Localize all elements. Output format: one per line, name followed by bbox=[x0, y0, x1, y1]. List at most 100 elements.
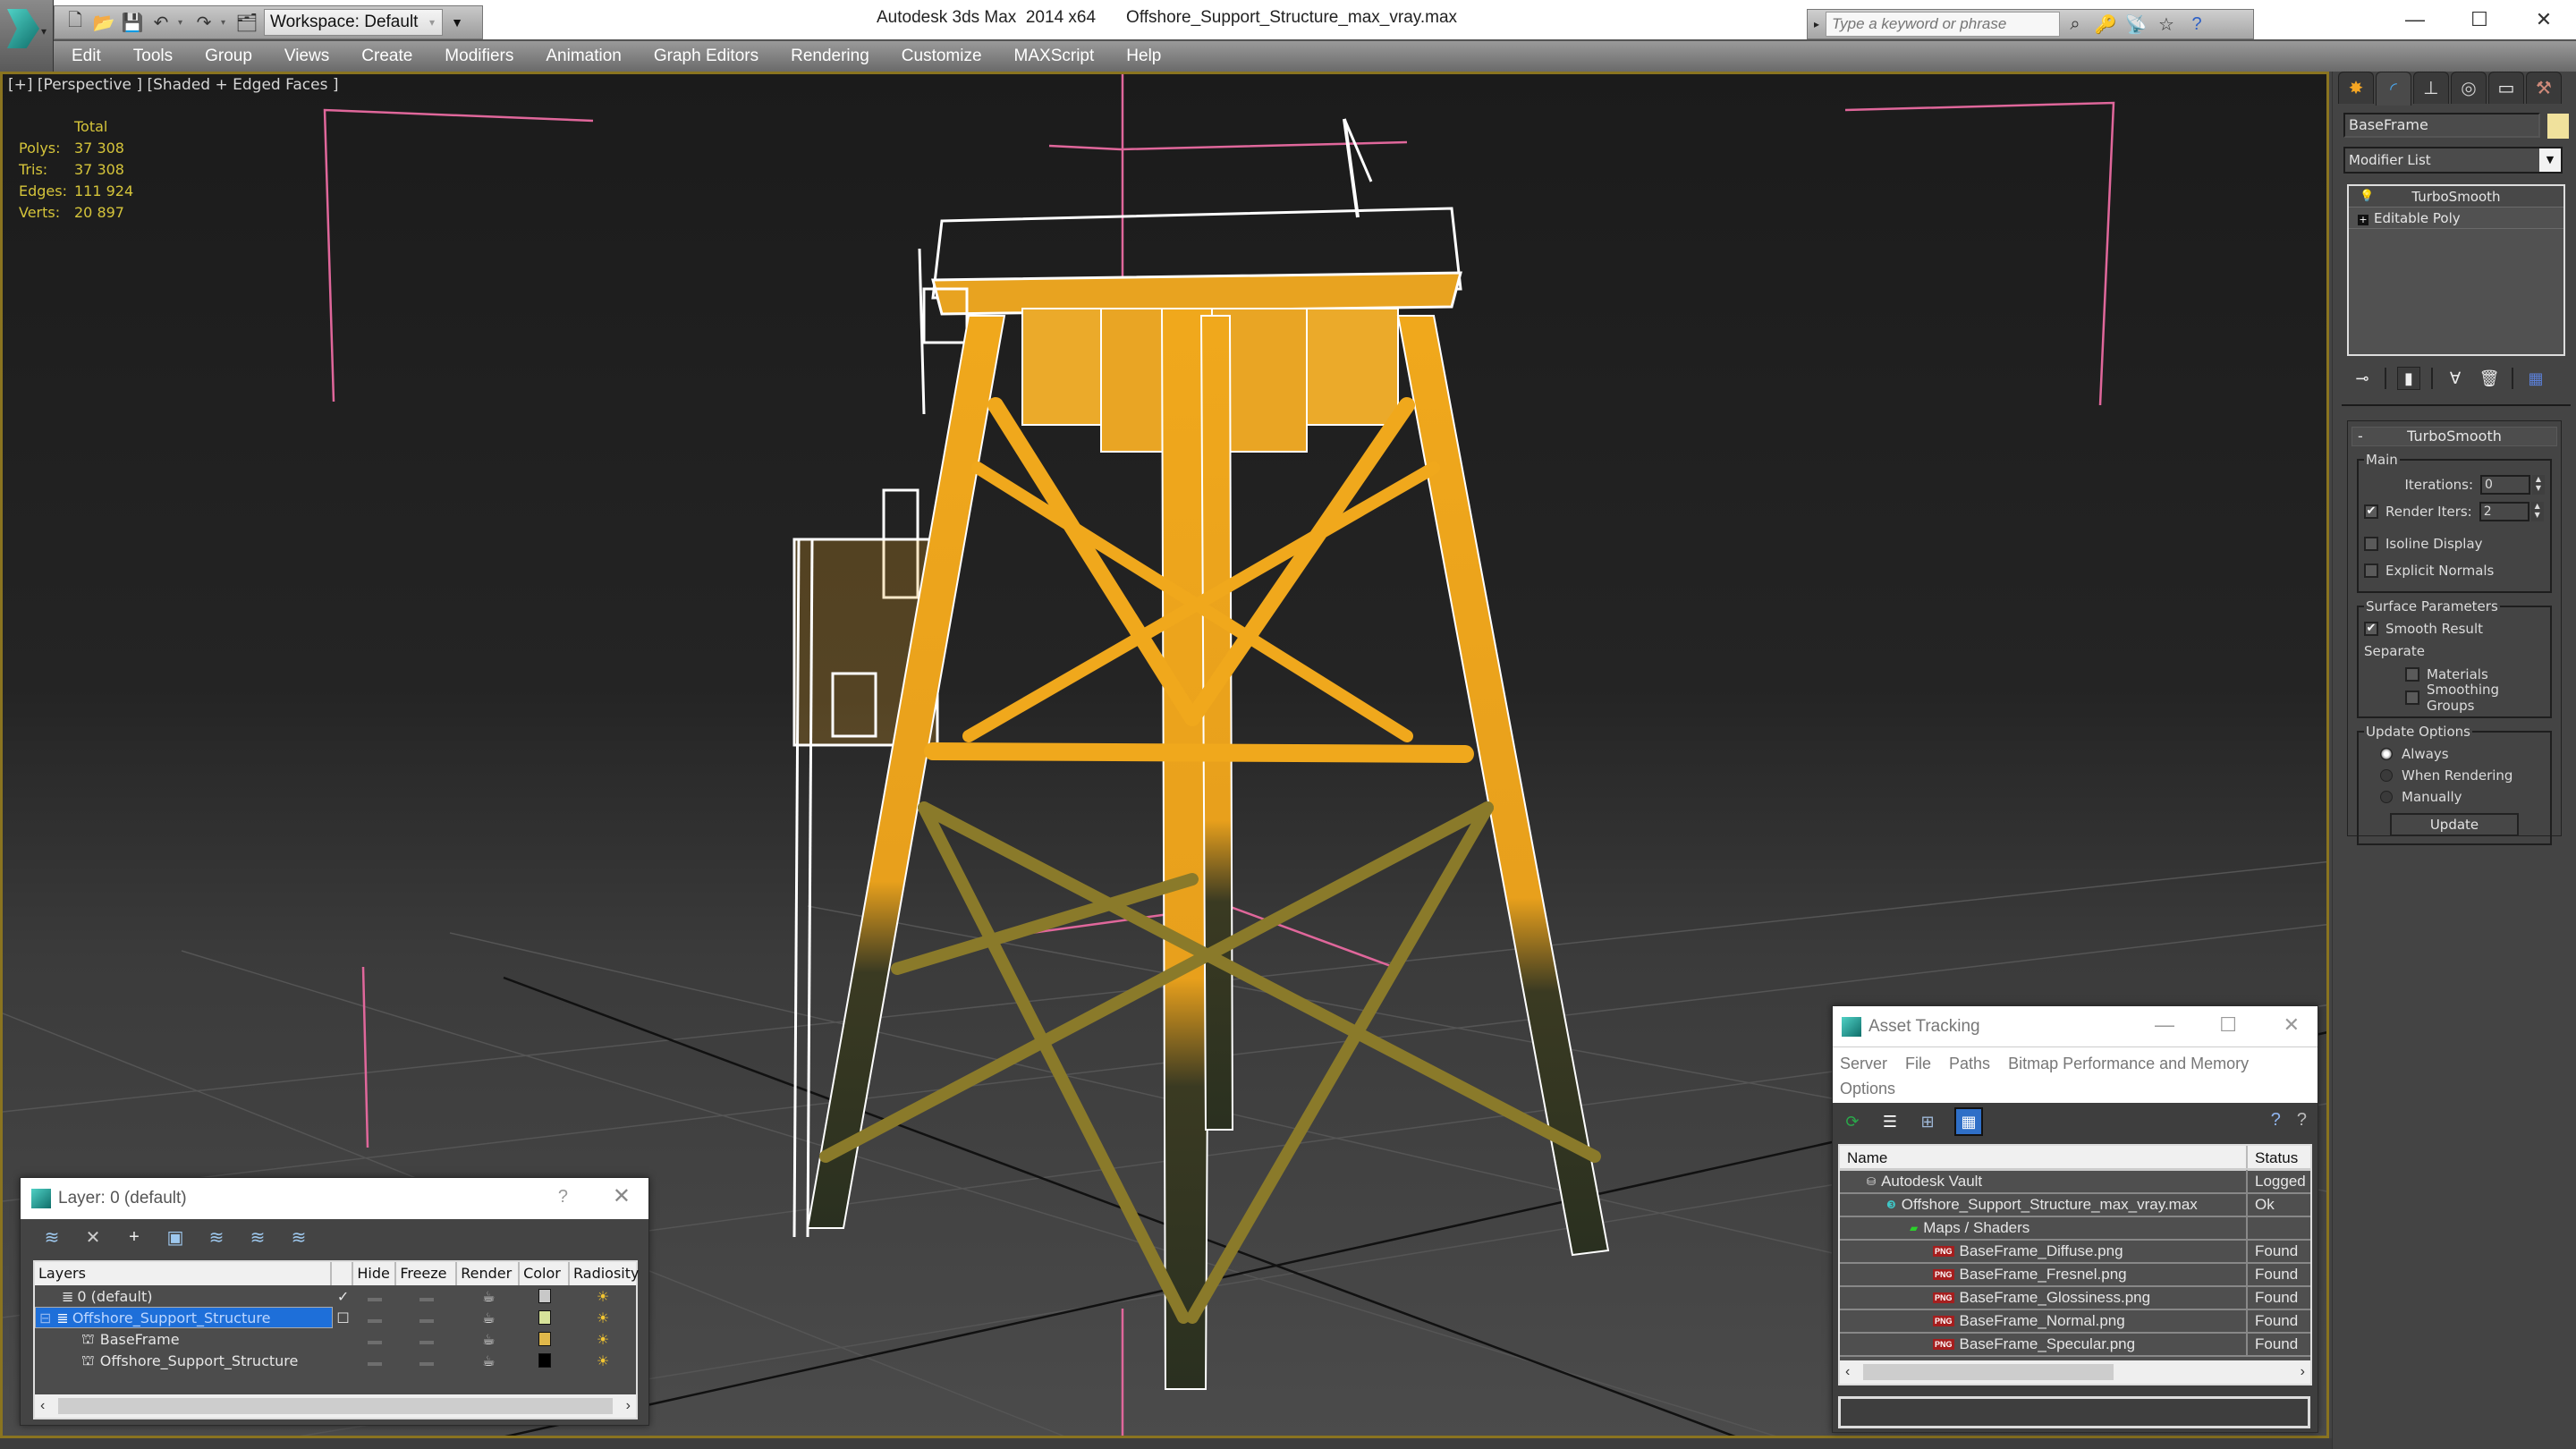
menu-options[interactable]: Options bbox=[1840, 1076, 1895, 1101]
list-view-icon[interactable]: ☰ bbox=[1879, 1111, 1901, 1132]
object-color-swatch[interactable] bbox=[538, 1353, 552, 1368]
utilities-tab[interactable]: ⚒ bbox=[2526, 72, 2562, 104]
asset-path-field[interactable] bbox=[1838, 1396, 2310, 1428]
spinner-arrows-icon[interactable]: ▲ ▼ bbox=[2530, 502, 2544, 521]
scroll-right-icon[interactable]: › bbox=[2301, 1364, 2305, 1380]
column-freeze[interactable]: Freeze bbox=[396, 1262, 458, 1285]
explicit-normals-checkbox[interactable] bbox=[2364, 564, 2378, 578]
hierarchy-tab[interactable]: ⊥ bbox=[2413, 72, 2449, 104]
table-view-icon[interactable]: ▦ bbox=[1954, 1107, 1983, 1136]
new-file-icon[interactable]: 🗋 bbox=[64, 11, 87, 34]
update-button[interactable]: Update bbox=[2390, 813, 2519, 836]
satellite-icon[interactable]: 📡 bbox=[2121, 13, 2151, 36]
horizontal-scrollbar[interactable]: ‹ › bbox=[35, 1394, 636, 1418]
key-icon[interactable]: 🔑 bbox=[2090, 13, 2121, 36]
maximize-button[interactable]: ☐ bbox=[2219, 1013, 2237, 1037]
highlight-layer-icon[interactable]: ≋ bbox=[246, 1225, 269, 1249]
viewport-label[interactable]: [+] [Perspective ] [Shaded + Edged Faces… bbox=[8, 76, 338, 94]
object-name-field[interactable]: BaseFrame bbox=[2343, 113, 2540, 138]
render-teapot-icon[interactable]: ☕ bbox=[457, 1331, 520, 1348]
maximize-button[interactable]: ☐ bbox=[2447, 0, 2512, 39]
render-iters-checkbox[interactable]: ✔ bbox=[2364, 504, 2378, 519]
freeze-toggle[interactable] bbox=[419, 1297, 435, 1301]
undo-dropdown-icon[interactable]: ▾ bbox=[178, 18, 187, 28]
freeze-toggle[interactable] bbox=[419, 1340, 435, 1344]
menu-server[interactable]: Server bbox=[1840, 1051, 1887, 1076]
render-teapot-icon[interactable]: ☕ bbox=[457, 1352, 520, 1369]
menu-group[interactable]: Group bbox=[189, 41, 268, 72]
manually-radio[interactable] bbox=[2380, 791, 2393, 803]
help-button[interactable]: ? bbox=[558, 1187, 568, 1208]
smooth-result-checkbox[interactable]: ✔ bbox=[2364, 622, 2378, 636]
column-active[interactable] bbox=[332, 1262, 354, 1285]
add-to-layer-icon[interactable]: + bbox=[123, 1225, 146, 1249]
workspace-dropdown[interactable]: Workspace: Default ▾ bbox=[264, 9, 443, 36]
menu-paths[interactable]: Paths bbox=[1949, 1051, 1990, 1076]
lightbulb-icon[interactable]: 💡 bbox=[2360, 186, 2374, 208]
collapse-icon[interactable]: ⊟ bbox=[39, 1309, 51, 1326]
undo-icon[interactable]: ↶ bbox=[149, 11, 173, 34]
scroll-left-icon[interactable]: ‹ bbox=[1845, 1364, 1850, 1380]
render-teapot-icon[interactable]: ☕ bbox=[457, 1288, 520, 1305]
column-render[interactable]: Render bbox=[457, 1262, 521, 1285]
refresh-icon[interactable]: ⟳ bbox=[1842, 1111, 1863, 1132]
binoculars-icon[interactable]: ⌕ bbox=[2060, 14, 2090, 35]
minimize-button[interactable]: — bbox=[2383, 0, 2447, 39]
menu-maxscript[interactable]: MAXScript bbox=[998, 41, 1111, 72]
column-radiosity[interactable]: Radiosity bbox=[570, 1262, 639, 1285]
column-hide[interactable]: Hide bbox=[353, 1262, 397, 1285]
table-row[interactable]: ⛫ BaseFrame ☕ ☀ bbox=[35, 1328, 636, 1350]
active-layer-check[interactable]: ✓ bbox=[333, 1288, 354, 1305]
menu-modifiers[interactable]: Modifiers bbox=[428, 41, 530, 72]
scroll-left-icon[interactable]: ‹ bbox=[40, 1398, 45, 1414]
open-file-icon[interactable]: 📂 bbox=[92, 11, 115, 34]
table-row[interactable]: ≣ 0 (default) ✓ ☕ ☀ bbox=[35, 1285, 636, 1307]
search-input[interactable] bbox=[1826, 12, 2060, 37]
tree-view-icon[interactable]: ⊞ bbox=[1917, 1111, 1938, 1132]
stack-item-editable-poly[interactable]: + Editable Poly bbox=[2349, 208, 2563, 229]
table-row[interactable]: ⛁ Autodesk Vault Logged Out bbox=[1840, 1170, 2310, 1194]
menu-animation[interactable]: Animation bbox=[530, 41, 638, 72]
object-name[interactable]: BaseFrame bbox=[100, 1331, 180, 1348]
menu-edit[interactable]: Edit bbox=[54, 41, 117, 72]
hide-toggle[interactable] bbox=[368, 1361, 383, 1366]
application-menu-button[interactable]: ▾ bbox=[0, 0, 54, 72]
modify-tab[interactable]: ◜ bbox=[2376, 72, 2411, 106]
table-row[interactable]: ⛫ Offshore_Support_Structure ☕ ☀ bbox=[35, 1350, 636, 1371]
customize-toolbar-icon[interactable]: ▼ bbox=[448, 9, 466, 36]
help-online-icon[interactable]: ? bbox=[2271, 1110, 2281, 1131]
hide-toggle[interactable] bbox=[368, 1340, 383, 1344]
table-row[interactable]: ⊟ ≣ Offshore_Support_Structure ☐ ☕ ☀ bbox=[35, 1307, 636, 1328]
render-iters-spinner[interactable]: 2 bbox=[2479, 502, 2529, 521]
freeze-toggle[interactable] bbox=[419, 1318, 435, 1323]
column-status[interactable]: Status bbox=[2248, 1146, 2310, 1168]
scrollbar-thumb[interactable] bbox=[1863, 1364, 2114, 1380]
show-end-result-icon[interactable]: ▮ bbox=[2397, 367, 2420, 390]
select-objects-icon[interactable]: ▣ bbox=[164, 1225, 187, 1249]
hide-toggle[interactable] bbox=[368, 1318, 383, 1323]
always-radio[interactable] bbox=[2380, 748, 2393, 760]
help-icon[interactable]: ? bbox=[2182, 14, 2212, 35]
scrollbar-thumb[interactable] bbox=[58, 1398, 613, 1414]
hide-toggle[interactable] bbox=[368, 1297, 383, 1301]
close-button[interactable]: ✕ bbox=[2284, 1013, 2300, 1037]
menu-create[interactable]: Create bbox=[345, 41, 428, 72]
delete-layer-icon[interactable]: ✕ bbox=[81, 1225, 105, 1249]
table-row[interactable]: PNG BaseFrame_Specular.png Found bbox=[1840, 1333, 2310, 1357]
layer-color-swatch[interactable] bbox=[538, 1289, 552, 1303]
radiosity-icon[interactable]: ☀ bbox=[570, 1288, 636, 1305]
menu-rendering[interactable]: Rendering bbox=[775, 41, 886, 72]
modifier-list-dropdown[interactable]: Modifier List ▼ bbox=[2343, 147, 2563, 174]
select-layer-icon[interactable]: ≋ bbox=[205, 1225, 228, 1249]
display-tab[interactable]: ▭ bbox=[2488, 72, 2524, 104]
help-context-icon[interactable]: ? bbox=[2297, 1110, 2307, 1131]
table-row[interactable]: PNG BaseFrame_Normal.png Found bbox=[1840, 1309, 2310, 1334]
project-folder-icon[interactable]: 🗂 bbox=[235, 11, 258, 34]
radiosity-icon[interactable]: ☀ bbox=[570, 1352, 636, 1369]
configure-modifier-sets-icon[interactable]: ▦ bbox=[2524, 367, 2547, 390]
layer-name[interactable]: 0 (default) bbox=[77, 1288, 152, 1305]
save-icon[interactable]: 💾 bbox=[121, 11, 144, 34]
spinner-arrows-icon[interactable]: ▲ ▼ bbox=[2532, 475, 2545, 495]
redo-dropdown-icon[interactable]: ▾ bbox=[221, 18, 230, 28]
create-tab[interactable]: ✸ bbox=[2338, 72, 2374, 104]
